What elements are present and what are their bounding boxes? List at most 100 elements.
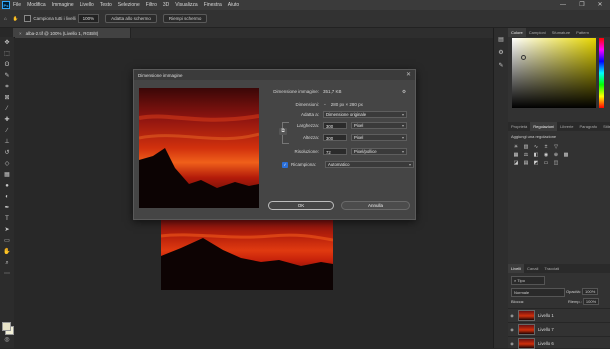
menu-file[interactable]: File [13, 2, 21, 8]
menu-aiuto[interactable]: Aiuto [228, 2, 239, 8]
threshold-icon[interactable]: ◩ [532, 160, 540, 166]
marquee-tool-icon[interactable]: ⬚ [3, 51, 11, 58]
clone-stamp-icon[interactable]: ⊥ [3, 139, 11, 146]
layer-row[interactable]: ◉ Livello 1 [508, 308, 610, 321]
visibility-eye-icon[interactable]: ◉ [508, 327, 516, 332]
move-tool-icon[interactable]: ✥ [3, 40, 11, 47]
hand-tool-icon[interactable]: ✋ [13, 16, 19, 22]
pen-tool-icon[interactable]: ✒ [3, 205, 11, 212]
curves-adjust-icon[interactable]: ∿ [532, 144, 540, 150]
dialog-close-icon[interactable]: ✕ [406, 71, 411, 78]
foreground-color-swatch[interactable] [2, 322, 11, 331]
brush-tool-icon[interactable]: ∕ [3, 128, 11, 135]
gradient-tool-icon[interactable]: ▦ [3, 172, 11, 179]
tab-stile[interactable]: Stile [600, 122, 610, 131]
exposure-adjust-icon[interactable]: ± [542, 144, 550, 150]
larghezza-unit-select[interactable]: Pixel ▾ [351, 122, 407, 129]
menu-modifica[interactable]: Modifica [27, 2, 46, 8]
ricampiona-checkbox[interactable]: ✓ [282, 161, 288, 168]
layers-filter-select[interactable]: ⌕ Tipo [511, 276, 545, 285]
blend-mode-select[interactable]: Normale [511, 288, 565, 297]
hue-slider[interactable] [599, 38, 604, 108]
tab-pattern[interactable]: Pattern [573, 28, 592, 37]
visibility-eye-icon[interactable]: ◉ [508, 313, 516, 318]
visibility-eye-icon[interactable]: ◉ [508, 341, 516, 346]
crop-tool-icon[interactable]: ⌗ [3, 84, 11, 91]
quick-select-tool-icon[interactable]: ✎ [3, 73, 11, 80]
annulla-button[interactable]: Annulla [341, 201, 410, 210]
color-lookup-icon[interactable]: ▩ [562, 152, 570, 158]
dodge-tool-icon[interactable]: ◐ [3, 194, 11, 201]
altezza-unit-select[interactable]: Pixel ▾ [351, 134, 407, 141]
maximize-button[interactable]: ❐ [573, 0, 591, 10]
tab-librerie[interactable]: Librerie [557, 122, 576, 131]
history-brush-icon[interactable]: ↺ [3, 150, 11, 157]
menu-visualizza[interactable]: Visualizza [175, 2, 197, 8]
menu-finestra[interactable]: Finestra [204, 2, 222, 8]
layer-row[interactable]: ◉ Livello 7 [508, 322, 610, 335]
menu-livello[interactable]: Livello [80, 2, 94, 8]
levels-adjust-icon[interactable]: ▥ [522, 144, 530, 150]
risoluzione-unit-select[interactable]: Pixel/pollice ▾ [351, 148, 407, 155]
eyedropper-tool-icon[interactable]: ⁄ [3, 106, 11, 113]
opacity-field[interactable]: 100% [582, 288, 599, 295]
tab-sfumature[interactable]: Sfumature [549, 28, 573, 37]
layer-row[interactable]: ◉ Livello 6 [508, 336, 610, 349]
more-tools-icon[interactable]: ⋯ [3, 271, 11, 278]
close-tab-icon[interactable]: × [19, 31, 22, 36]
lasso-tool-icon[interactable]: ʘ [3, 62, 11, 69]
tab-canali[interactable]: Canali [524, 264, 541, 273]
hue-saturation-icon[interactable]: ▦ [512, 152, 520, 158]
tab-paragrafo[interactable]: Paragrafo [576, 122, 600, 131]
hand-tool-icon[interactable]: ✋ [3, 249, 11, 256]
color-picker-field[interactable] [512, 38, 596, 108]
brush-panel-icon[interactable]: ✎ [497, 62, 505, 70]
zoom-tool-icon[interactable]: ⌕ [3, 260, 11, 267]
menu-immagine[interactable]: Immagine [52, 2, 74, 8]
larghezza-input[interactable]: 300 [323, 122, 347, 129]
dialog-titlebar[interactable]: Dimensione immagine ✕ [134, 70, 415, 80]
adatta-select[interactable]: Dimensione originale ▾ [323, 111, 407, 118]
tab-tracciati[interactable]: Tracciati [541, 264, 562, 273]
type-tool-icon[interactable]: T [3, 216, 11, 223]
tab-regolazioni[interactable]: Regolazioni [530, 122, 558, 131]
close-window-button[interactable]: ✕ [591, 0, 609, 10]
blur-tool-icon[interactable]: ● [3, 183, 11, 190]
healing-brush-icon[interactable]: ✚ [3, 117, 11, 124]
tab-colore[interactable]: Colore [508, 28, 526, 37]
menu-testo[interactable]: Testo [100, 2, 112, 8]
tab-proprieta[interactable]: Proprietà [508, 122, 530, 131]
menu-filtro[interactable]: Filtro [146, 2, 157, 8]
black-white-icon[interactable]: ◧ [532, 152, 540, 158]
posterize-icon[interactable]: ▤ [522, 160, 530, 166]
dimensioni-dropdown-icon[interactable]: ⌄ [323, 101, 327, 107]
altezza-input[interactable]: 300 [323, 134, 347, 141]
color-picker-cursor[interactable] [521, 55, 526, 60]
path-select-tool-icon[interactable]: ➤ [3, 227, 11, 234]
zoom-field[interactable]: 100% [77, 14, 100, 23]
home-icon[interactable]: ⌂ [4, 16, 7, 21]
campiona-tutti-checkbox[interactable]: Campiona tutti i livelli [24, 15, 76, 22]
tab-campioni[interactable]: Campioni [526, 28, 549, 37]
document-image[interactable] [161, 218, 333, 290]
selective-color-icon[interactable]: ◫ [552, 160, 560, 166]
channel-mixer-icon[interactable]: ⊕ [552, 152, 560, 158]
color-balance-icon[interactable]: ⚖ [522, 152, 530, 158]
adatta-schermo-button[interactable]: Adatta allo schermo [105, 14, 157, 23]
image-preview[interactable] [139, 88, 259, 208]
vibrance-adjust-icon[interactable]: ▽ [552, 144, 560, 150]
invert-icon[interactable]: ◪ [512, 160, 520, 166]
history-panel-icon[interactable]: ▤ [497, 36, 505, 44]
gear-icon[interactable]: ⚙ [402, 89, 406, 95]
minimize-button[interactable]: — [554, 0, 572, 10]
tab-livelli[interactable]: Livelli [508, 264, 525, 273]
riempi-schermo-button[interactable]: Riempi schermo [162, 14, 208, 23]
menu-3d[interactable]: 3D [163, 2, 169, 8]
frame-tool-icon[interactable]: ⊠ [3, 95, 11, 102]
properties-panel-icon[interactable]: ⚙ [497, 49, 505, 57]
fill-field[interactable]: 100% [582, 298, 600, 305]
ok-button[interactable]: OK [268, 201, 334, 210]
rectangle-tool-icon[interactable]: ▭ [3, 238, 11, 245]
eraser-tool-icon[interactable]: ◇ [3, 161, 11, 168]
risoluzione-input[interactable]: 72 [323, 148, 347, 155]
